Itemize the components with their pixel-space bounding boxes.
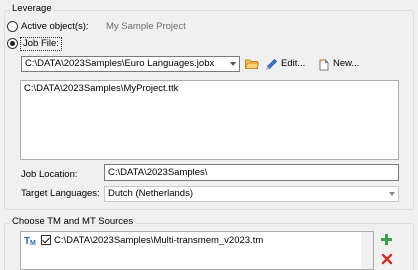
target-languages-label: Target Languages: bbox=[21, 188, 100, 199]
active-object-radio[interactable] bbox=[7, 21, 18, 32]
new-label: New... bbox=[333, 58, 360, 69]
pencil-icon bbox=[266, 58, 278, 70]
chevron-down-icon bbox=[389, 192, 395, 196]
list-item[interactable]: T M C:\DATA\2023Samples\Multi-transmem_v… bbox=[24, 234, 264, 247]
sources-list[interactable]: T M C:\DATA\2023Samples\Multi-transmem_v… bbox=[20, 231, 374, 270]
close-icon bbox=[381, 253, 393, 265]
plus-icon bbox=[381, 234, 392, 245]
source-checkbox[interactable] bbox=[41, 235, 51, 245]
edit-button[interactable]: Edit... bbox=[266, 56, 305, 72]
job-file-select[interactable]: C:\DATA\2023Samples\Euro Languages.jobx bbox=[21, 56, 240, 72]
job-location-label: Job Location: bbox=[21, 169, 78, 180]
svg-text:M: M bbox=[30, 240, 36, 246]
tm-icon: T M bbox=[24, 236, 36, 246]
target-languages-value: Dutch (Netherlands) bbox=[108, 188, 194, 199]
job-file-path: C:\DATA\2023Samples\Euro Languages.jobx bbox=[25, 58, 215, 69]
active-object-value: My Sample Project bbox=[106, 21, 186, 32]
sources-group-title: Choose TM and MT Sources bbox=[10, 216, 136, 228]
job-location-input[interactable]: C:\DATA\2023Samples\ bbox=[104, 164, 399, 181]
project-list-item[interactable]: C:\DATA\2023Samples\MyProject.ttk bbox=[24, 83, 395, 95]
job-file-radio[interactable] bbox=[7, 38, 18, 49]
new-document-icon bbox=[319, 58, 329, 70]
sources-scrollbar[interactable] bbox=[361, 232, 373, 269]
source-label: C:\DATA\2023Samples\Multi-transmem_v2023… bbox=[54, 234, 264, 246]
remove-source-button[interactable] bbox=[381, 253, 393, 265]
active-object-label[interactable]: Active object(s): bbox=[21, 21, 89, 33]
leverage-group-title: Leverage bbox=[10, 3, 54, 15]
edit-label: Edit... bbox=[281, 58, 306, 69]
folder-icon bbox=[245, 59, 259, 69]
job-location-value: C:\DATA\2023Samples\ bbox=[108, 167, 208, 178]
browse-folder-button[interactable] bbox=[245, 56, 259, 72]
chevron-down-icon bbox=[230, 62, 236, 66]
add-source-button[interactable] bbox=[380, 233, 393, 246]
new-button[interactable]: New... bbox=[318, 56, 359, 72]
job-file-label[interactable]: Job File: bbox=[20, 37, 62, 51]
target-languages-select[interactable]: Dutch (Netherlands) bbox=[104, 186, 399, 202]
project-list[interactable]: C:\DATA\2023Samples\MyProject.ttk bbox=[20, 80, 399, 160]
